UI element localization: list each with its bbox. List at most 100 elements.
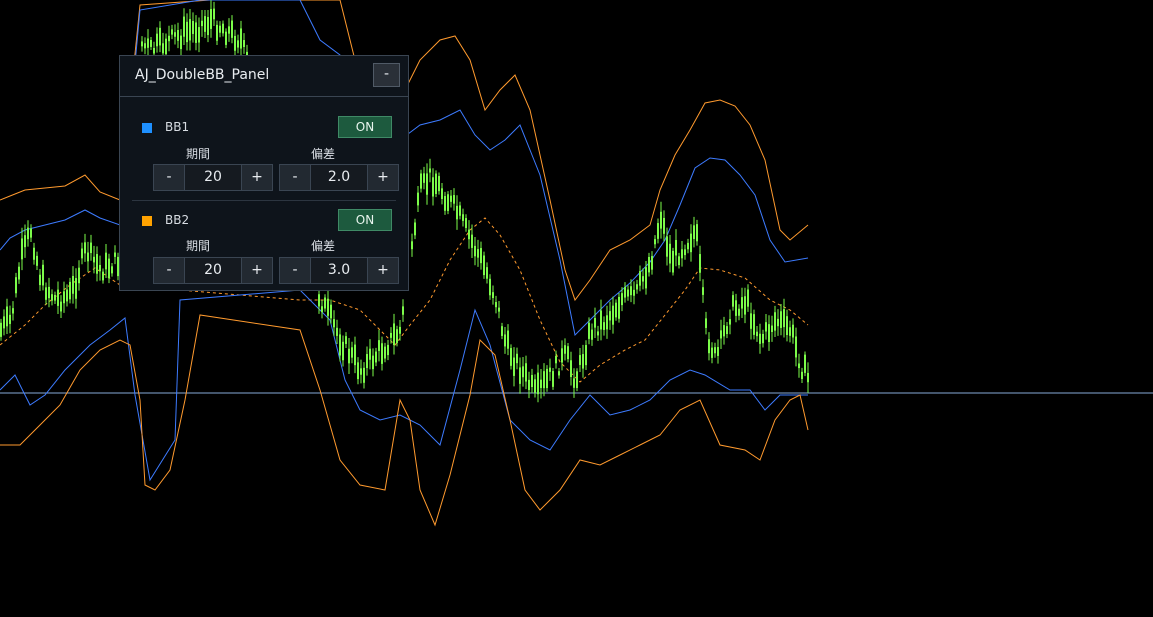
candle-body bbox=[57, 289, 59, 306]
candle-body bbox=[240, 28, 242, 49]
bb1-lower-band bbox=[0, 289, 808, 482]
candle-body bbox=[795, 336, 797, 358]
candle-body bbox=[483, 255, 485, 276]
bb2-deviation-increment-button[interactable]: + bbox=[367, 258, 398, 283]
candle-body bbox=[555, 356, 557, 364]
bb2-period-increment-button[interactable]: + bbox=[241, 258, 272, 283]
candle-body bbox=[543, 371, 545, 389]
candle-body bbox=[501, 326, 503, 336]
candle-body bbox=[165, 38, 167, 55]
candle-body bbox=[783, 309, 785, 328]
candle-body bbox=[399, 326, 401, 334]
candle-body bbox=[762, 333, 764, 344]
candle-body bbox=[393, 323, 395, 346]
candle-body bbox=[339, 334, 341, 356]
candle-body bbox=[174, 32, 176, 37]
candle-body bbox=[369, 348, 371, 360]
candle-body bbox=[453, 195, 455, 204]
bb1-deviation-increment-button[interactable]: + bbox=[367, 165, 398, 190]
candle-body bbox=[507, 330, 509, 349]
candle-body bbox=[60, 301, 62, 312]
candle-body bbox=[54, 294, 56, 301]
candle-body bbox=[684, 249, 686, 256]
candle-body bbox=[585, 345, 587, 366]
bb1-period-value[interactable]: 20 bbox=[185, 165, 241, 190]
candle-body bbox=[237, 40, 239, 48]
candle-body bbox=[711, 347, 713, 358]
candle-body bbox=[105, 252, 107, 270]
candle-body bbox=[639, 271, 641, 286]
candle-body bbox=[657, 223, 659, 239]
bb1-toggle-button[interactable]: ON bbox=[338, 116, 392, 138]
candle-body bbox=[321, 306, 323, 313]
bb1-deviation-value[interactable]: 2.0 bbox=[311, 165, 367, 190]
candle-body bbox=[756, 331, 758, 337]
bb1-period-decrement-button[interactable]: - bbox=[154, 165, 185, 190]
bb2-lower-band bbox=[0, 314, 809, 527]
candle-body bbox=[336, 327, 338, 336]
bb1-deviation-decrement-button[interactable]: - bbox=[280, 165, 311, 190]
bb2-deviation-stepper: - 3.0 + bbox=[279, 257, 399, 284]
candle-body bbox=[192, 21, 194, 34]
candle-body bbox=[18, 266, 20, 280]
candle-body bbox=[438, 176, 440, 192]
candle-body bbox=[81, 248, 83, 259]
bb1-period-increment-button[interactable]: + bbox=[241, 165, 272, 190]
candle-body bbox=[567, 346, 569, 360]
candle-body bbox=[765, 322, 767, 332]
candle-body bbox=[666, 236, 668, 257]
bb2-period-value[interactable]: 20 bbox=[185, 258, 241, 283]
candle-body bbox=[525, 363, 527, 382]
candle-body bbox=[66, 289, 68, 302]
candle-body bbox=[351, 347, 353, 358]
candle-body bbox=[642, 276, 644, 282]
candle-body bbox=[462, 214, 464, 221]
candle-body bbox=[204, 16, 206, 32]
candle-body bbox=[75, 278, 77, 299]
candle-body bbox=[648, 256, 650, 273]
candle-body bbox=[333, 319, 335, 328]
candle-body bbox=[537, 372, 539, 395]
candle-body bbox=[465, 218, 467, 228]
candle-body bbox=[774, 312, 776, 331]
bb2-deviation-decrement-button[interactable]: - bbox=[280, 258, 311, 283]
candle-body bbox=[39, 274, 41, 286]
candle-body bbox=[348, 348, 350, 364]
candle-body bbox=[687, 242, 689, 250]
candle-body bbox=[42, 264, 44, 286]
candle-body bbox=[732, 295, 734, 307]
candle-body bbox=[645, 267, 647, 289]
candle-body bbox=[675, 239, 677, 256]
minimize-button[interactable]: - bbox=[373, 63, 400, 87]
candle-body bbox=[390, 332, 392, 338]
candle-body bbox=[753, 314, 755, 335]
candle-body bbox=[582, 354, 584, 369]
candle-body bbox=[513, 357, 515, 376]
candle-body bbox=[402, 306, 404, 315]
bb2-deviation-value[interactable]: 3.0 bbox=[311, 258, 367, 283]
candle-body bbox=[726, 326, 728, 335]
candle-body bbox=[51, 294, 53, 301]
candle-body bbox=[654, 239, 656, 245]
candle-body bbox=[330, 304, 332, 319]
candle-body bbox=[363, 367, 365, 383]
candle-body bbox=[729, 319, 731, 325]
candle-body bbox=[522, 366, 524, 378]
candle-body bbox=[519, 367, 521, 384]
candle-body bbox=[720, 330, 722, 339]
bb2-period-decrement-button[interactable]: - bbox=[154, 258, 185, 283]
candle-body bbox=[696, 224, 698, 242]
candle-body bbox=[360, 368, 362, 375]
candle-body bbox=[477, 249, 479, 258]
candle-body bbox=[780, 311, 782, 328]
candle-body bbox=[681, 249, 683, 259]
candle-body bbox=[471, 234, 473, 248]
candle-body bbox=[411, 241, 413, 250]
bb2-toggle-button[interactable]: ON bbox=[338, 209, 392, 231]
bb1-deviation-stepper: - 2.0 + bbox=[279, 164, 399, 191]
candle-body bbox=[228, 26, 230, 34]
candle-body bbox=[87, 252, 89, 262]
candle-body bbox=[396, 329, 398, 343]
bb2-label: BB2 bbox=[165, 213, 190, 227]
candle-body bbox=[198, 27, 200, 43]
